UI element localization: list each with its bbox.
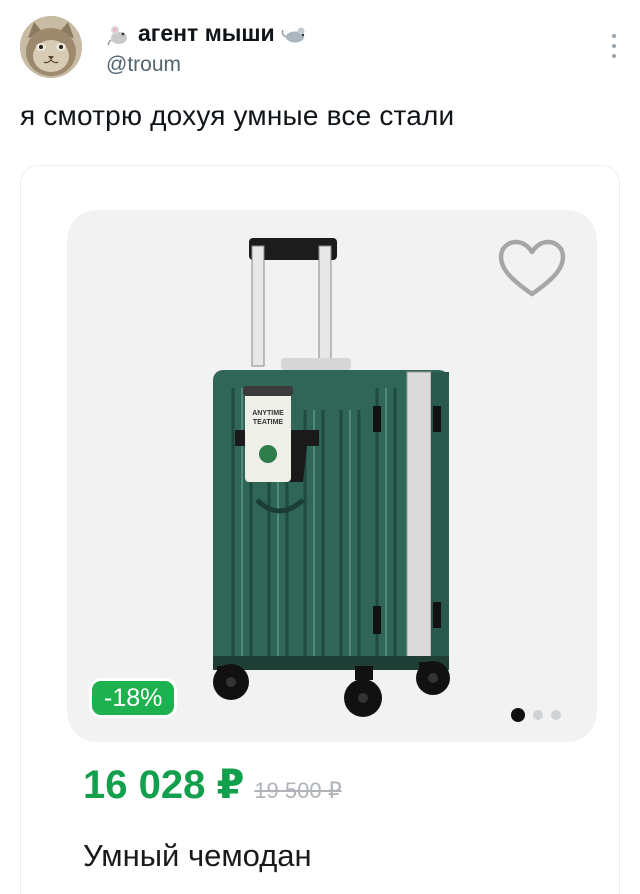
- author-name-row[interactable]: агент мыши: [106, 20, 307, 47]
- more-vertical-icon[interactable]: [610, 34, 618, 58]
- price-row: 16 028 ₽ 19 500 ₽: [83, 762, 342, 808]
- product-card[interactable]: ANYTIME TEATIME -18% 16 028 ₽ 19 500 ₽ У…: [20, 165, 620, 894]
- mouse-icon: [107, 25, 127, 46]
- tweet-text: я смотрю дохуя умные все стали: [20, 100, 455, 131]
- author-name[interactable]: агент мыши: [138, 20, 275, 47]
- price-old: 19 500 ₽: [254, 778, 342, 803]
- price-current: 16 028 ₽: [83, 763, 245, 807]
- cat-avatar-image: [20, 16, 82, 78]
- discount-badge: -18%: [89, 678, 178, 718]
- pagination-dot-2[interactable]: [533, 710, 543, 720]
- author-handle[interactable]: @troum: [106, 53, 181, 77]
- svg-text:TEATIME: TEATIME: [253, 419, 284, 426]
- image-pagination[interactable]: [511, 708, 561, 722]
- tweet: агент мыши @troum я смотрю дохуя умные в…: [0, 0, 640, 894]
- product-name[interactable]: Умный чемодан: [83, 838, 312, 874]
- avatar[interactable]: [20, 16, 82, 78]
- svg-text:ANYTIME: ANYTIME: [252, 410, 284, 417]
- heart-outline-icon[interactable]: [497, 238, 567, 300]
- pagination-dot-3[interactable]: [551, 710, 561, 720]
- rat-icon: [281, 27, 305, 42]
- pagination-dot-1[interactable]: [511, 708, 525, 722]
- product-image[interactable]: ANYTIME TEATIME -18%: [67, 210, 597, 742]
